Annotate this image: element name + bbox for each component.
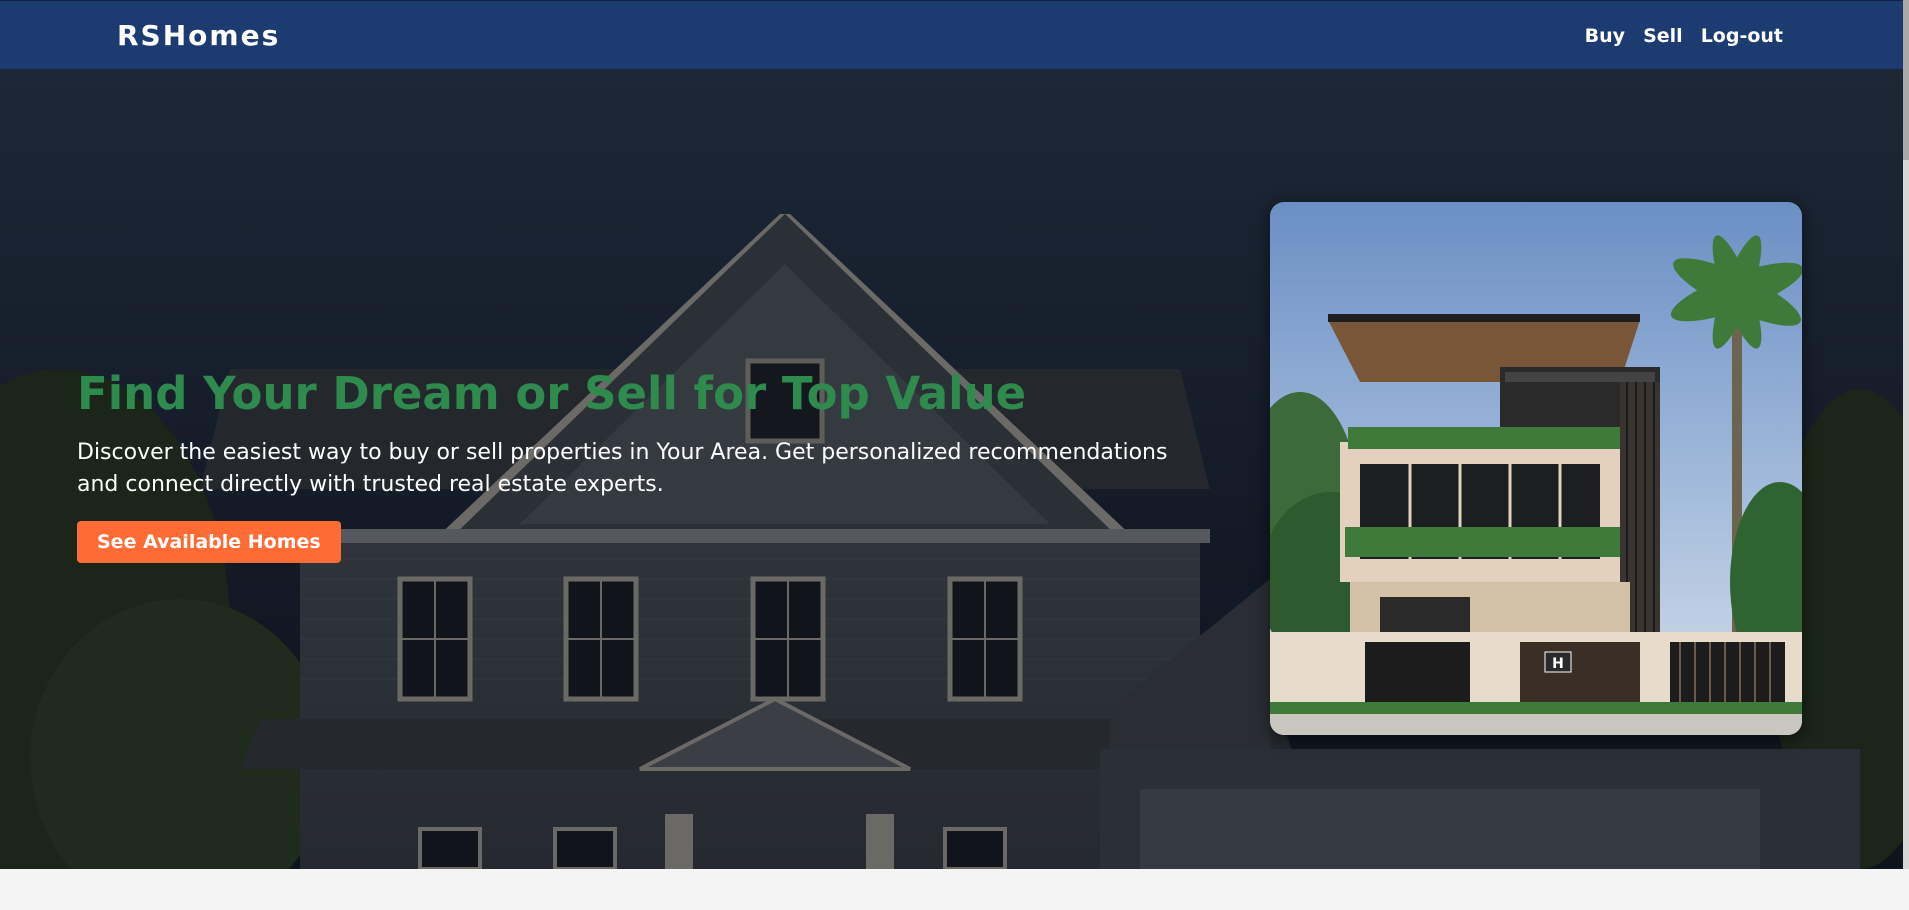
top-navbar: RSHomes Buy Sell Log-out — [0, 0, 1909, 69]
hero-title: Find Your Dream or Sell for Top Value — [77, 367, 1027, 420]
page-scrollbar[interactable] — [1903, 0, 1909, 869]
svg-text:H: H — [1552, 656, 1564, 672]
nav-link-sell[interactable]: Sell — [1643, 25, 1683, 47]
page: RSHomes Buy Sell Log-out Find Your Dream… — [0, 0, 1909, 910]
brand-logo[interactable]: RSHomes — [117, 19, 280, 52]
nav-link-logout[interactable]: Log-out — [1701, 25, 1783, 47]
scrollbar-thumb[interactable] — [1903, 0, 1909, 160]
featured-house-image: H — [1270, 202, 1802, 735]
modern-house-illustration: H — [1270, 202, 1802, 735]
hero-text-block: Find Your Dream or Sell for Top Value Di… — [77, 369, 1207, 563]
hero-section: Find Your Dream or Sell for Top Value Di… — [0, 69, 1909, 869]
next-section-strip — [0, 869, 1909, 910]
hero-subtitle: Discover the easiest way to buy or sell … — [77, 439, 1168, 497]
nav-links: Buy Sell Log-out — [1585, 25, 1783, 47]
nav-link-buy[interactable]: Buy — [1585, 25, 1625, 47]
see-available-homes-button[interactable]: See Available Homes — [77, 520, 341, 563]
